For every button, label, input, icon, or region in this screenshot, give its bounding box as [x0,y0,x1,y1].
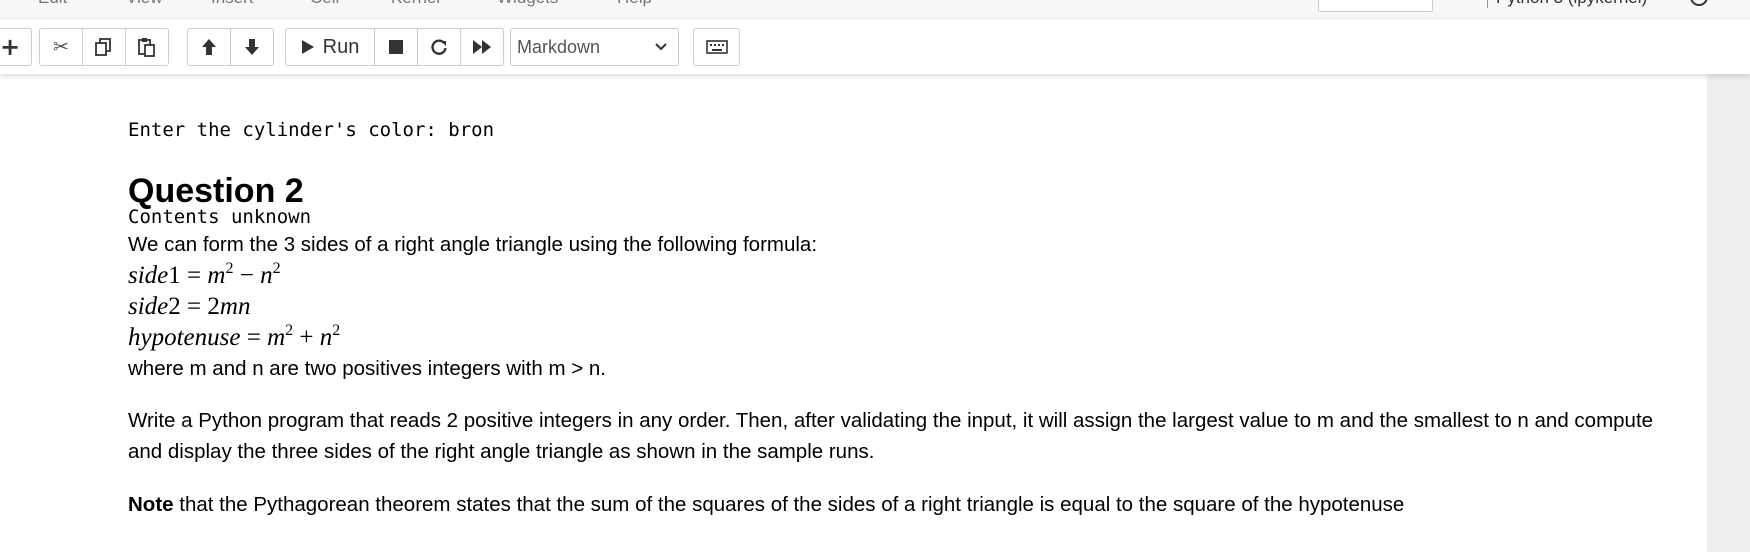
note-label: Note [128,493,174,516]
keyboard-icon [705,40,728,54]
formula-lhs: side [128,293,169,320]
notebook-header: Edit View Insert Cell Kernel Widgets Hel… [0,0,1750,74]
menu-help[interactable]: Help [617,0,652,8]
command-palette-button[interactable] [693,28,740,66]
question-title: Question 2 [128,172,304,210]
formula-side2: side2 = 2mn [128,293,251,320]
note-body: that the Pythagorean theorem states that… [173,493,1405,516]
formula-rhs: 2mn [207,293,251,320]
output-line: Enter the cylinder's color: bron [128,119,495,141]
task-text: Write a Python program that reads 2 posi… [128,409,1654,463]
formula-rhs: m2 − n2 [207,260,281,290]
formula-lhs: side [128,262,169,289]
intro-text: We can form the 3 sides of a right angle… [128,233,818,256]
run-group: Run [285,28,504,66]
arrow-down-icon [245,39,259,55]
note-text: Note that the Pythagorean theorem states… [128,489,1404,520]
formula-rhs: m2 + n2 [267,322,341,352]
cell-type-value: Markdown [517,36,601,57]
insert-cell-button[interactable]: + [0,28,32,66]
menu-widgets[interactable]: Widgets [497,0,558,8]
menu-insert[interactable]: Insert [211,0,254,8]
notebook-container: Enter the cylinder's color: bron Content… [0,74,1707,552]
arrow-up-icon [202,39,216,55]
kernel-status-icon [1690,0,1708,6]
copy-icon [95,38,111,56]
interrupt-button[interactable] [374,28,418,66]
toolbar: + ✂ Run Markdown [0,28,1750,66]
move-group [187,28,274,66]
menubar: Edit View Insert Cell Kernel Widgets Hel… [0,0,1750,19]
cell-type-select[interactable]: Markdown [510,28,679,66]
plus-icon: + [0,33,21,61]
page-gutter [1707,74,1750,552]
formula-index: 2 [168,293,181,320]
kernel-name[interactable]: Python 3 (ipykernel) [1487,0,1647,8]
chevron-down-icon [655,43,667,51]
menu-view[interactable]: View [126,0,163,8]
formula-lhs: hypotenuse [128,324,241,351]
move-down-button[interactable] [230,28,274,66]
insert-group: + [0,28,32,66]
trusted-indicator[interactable] [1318,0,1433,12]
paste-icon [138,38,155,57]
paste-button[interactable] [125,28,169,66]
edit-group: ✂ [39,28,169,66]
formula-side1: side1 = m2 − n2 [128,260,281,290]
fast-forward-icon [473,40,491,54]
run-label: Run [322,35,360,58]
restart-button[interactable] [417,28,461,66]
play-icon [301,40,314,54]
menu-kernel[interactable]: Kernel [391,0,440,8]
stop-icon [389,40,403,54]
cut-button[interactable]: ✂ [39,28,83,66]
formula-hypotenuse: hypotenuse = m2 + n2 [128,322,341,352]
condition-text: where m and n are two positives integers… [128,357,606,380]
move-up-button[interactable] [187,28,231,66]
restart-run-all-button[interactable] [460,28,504,66]
menu-cell[interactable]: Cell [310,0,339,8]
menu-edit[interactable]: Edit [38,0,67,8]
copy-button[interactable] [82,28,126,66]
restart-icon [431,39,447,55]
formula-index: 1 [168,262,181,289]
scissors-icon: ✂ [53,36,69,58]
run-button[interactable]: Run [285,28,375,66]
